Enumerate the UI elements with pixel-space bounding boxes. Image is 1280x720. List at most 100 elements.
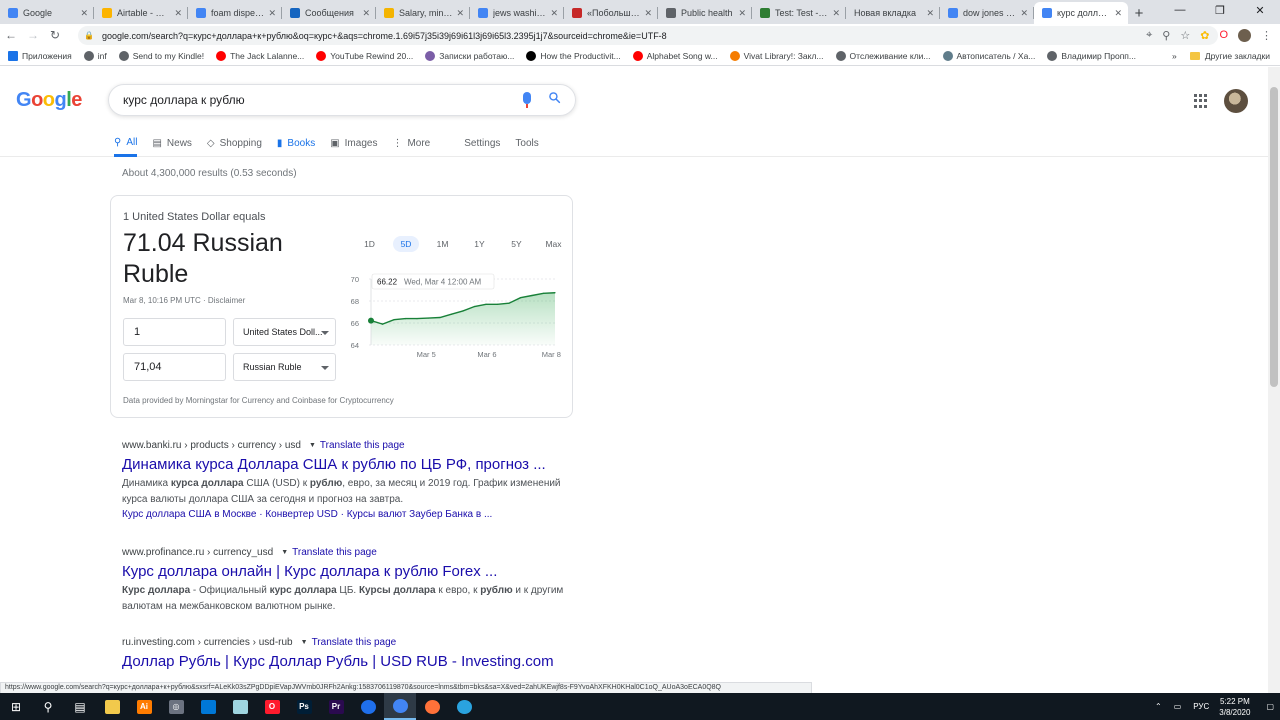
extension-icon[interactable]: ✿: [1200, 29, 1209, 42]
google-logo[interactable]: Google: [16, 89, 82, 112]
browser-tab[interactable]: Public health ✕: [658, 2, 752, 24]
taskbar-start[interactable]: ⊞: [0, 693, 32, 720]
language-indicator[interactable]: РУС: [1193, 702, 1209, 711]
browser-tab[interactable]: dow jones cha ✕: [940, 2, 1034, 24]
close-tab-icon[interactable]: ✕: [1114, 8, 1122, 19]
result-title-link[interactable]: Динамика курса Доллара США к рублю по ЦБ…: [122, 456, 572, 473]
browser-tab[interactable]: Новая вкладка ✕: [846, 2, 940, 24]
taskbar-search[interactable]: ⚲: [32, 693, 64, 720]
result-title-link[interactable]: Доллар Рубль | Курс Доллар Рубль | USD R…: [122, 653, 572, 670]
to-currency-select[interactable]: Russian Ruble: [233, 353, 336, 381]
caret-down-icon[interactable]: ▼: [309, 442, 316, 449]
tab-books[interactable]: ▮ Books: [277, 133, 315, 153]
caret-down-icon[interactable]: ▼: [301, 639, 308, 646]
tab-settings[interactable]: Settings: [464, 133, 500, 153]
menu-icon[interactable]: ⋮: [1261, 29, 1272, 42]
close-tab-icon[interactable]: ✕: [80, 8, 88, 19]
to-amount-input[interactable]: 71,04: [123, 353, 226, 381]
taskbar-file-explorer[interactable]: [96, 693, 128, 720]
browser-tab[interactable]: «Побольше» ✕: [564, 2, 658, 24]
browser-tab[interactable]: Airtable - Grid ✕: [94, 2, 188, 24]
taskbar-telegram[interactable]: [448, 693, 480, 720]
location-icon[interactable]: ⌖: [1146, 29, 1152, 42]
bookmark-item[interactable]: YouTube Rewind 20...: [316, 50, 413, 61]
close-tab-icon[interactable]: ✕: [550, 8, 558, 19]
chevron-up-icon[interactable]: ⌃: [1155, 702, 1162, 711]
tab-shopping[interactable]: ◇ Shopping: [207, 133, 262, 153]
close-tab-icon[interactable]: ✕: [926, 8, 934, 19]
tab-all[interactable]: ⚲ All: [114, 133, 138, 157]
close-tab-icon[interactable]: ✕: [1020, 8, 1028, 19]
translate-link[interactable]: Translate this page: [320, 440, 405, 451]
taskbar-opera[interactable]: O: [256, 693, 288, 720]
other-bookmarks[interactable]: Другие закладки: [1189, 46, 1270, 66]
close-tab-icon[interactable]: ✕: [362, 8, 370, 19]
browser-tab[interactable]: Google ✕: [0, 2, 94, 24]
maximize-button[interactable]: ❐: [1200, 0, 1240, 20]
bookmark-item[interactable]: Автописатель / Ха...: [942, 50, 1035, 61]
close-tab-icon[interactable]: ✕: [644, 8, 652, 19]
bookmark-item[interactable]: The Jack Lalanne...: [216, 50, 304, 61]
taskbar-app-settings[interactable]: ◎: [160, 693, 192, 720]
taskbar-app-notes[interactable]: [224, 693, 256, 720]
new-tab-button[interactable]: +: [1128, 2, 1150, 24]
notifications-icon[interactable]: ▢: [1266, 702, 1274, 711]
scrollbar-thumb[interactable]: [1270, 87, 1278, 387]
back-button[interactable]: ←: [0, 24, 22, 46]
bookmark-item[interactable]: Приложения: [8, 50, 72, 61]
microphone-icon[interactable]: [523, 92, 531, 108]
browser-tab[interactable]: курс доллара ✕: [1034, 2, 1128, 24]
bookmark-star-icon[interactable]: ☆: [1180, 29, 1190, 42]
bookmark-item[interactable]: inf: [83, 50, 107, 61]
search-box[interactable]: курс доллара к рублю: [108, 84, 576, 116]
opera-extension-icon[interactable]: O: [1219, 29, 1228, 41]
bookmark-item[interactable]: Vivat Library!: Закл...: [729, 50, 824, 61]
translate-link[interactable]: Translate this page: [312, 637, 397, 648]
page-scrollbar[interactable]: [1268, 67, 1280, 693]
hover-point[interactable]: [368, 317, 374, 324]
close-window-button[interactable]: ✕: [1240, 0, 1280, 20]
profile-icon[interactable]: [1238, 28, 1251, 42]
taskbar-app-blue[interactable]: [192, 693, 224, 720]
bookmark-item[interactable]: Владимир Пропп...: [1047, 50, 1136, 61]
close-tab-icon[interactable]: ✕: [174, 8, 182, 19]
avatar[interactable]: [1224, 89, 1248, 113]
tab-tools[interactable]: Tools: [515, 133, 538, 153]
range-5d[interactable]: 5D: [393, 236, 419, 252]
search-icon[interactable]: [548, 91, 561, 104]
taskbar-app-bird[interactable]: [352, 693, 384, 720]
taskbar-firefox[interactable]: [416, 693, 448, 720]
taskbar-illustrator[interactable]: Ai: [128, 693, 160, 720]
tab-images[interactable]: ▣ Images: [330, 133, 377, 153]
bookmark-item[interactable]: How the Productivit...: [526, 50, 621, 61]
range-1m[interactable]: 1M: [424, 236, 461, 252]
browser-tab[interactable]: foam dispenser✕: [188, 2, 282, 24]
close-tab-icon[interactable]: ✕: [738, 8, 746, 19]
result-sitelinks[interactable]: Курс доллара США в Москве · Конвертер US…: [122, 509, 572, 520]
browser-tab[interactable]: Сообщения ✕: [282, 2, 376, 24]
taskbar-premiere[interactable]: Pr: [320, 693, 352, 720]
taskbar-task-view[interactable]: ▤: [64, 693, 96, 720]
clock[interactable]: 5:22 PM 3/8/2020: [1219, 696, 1250, 718]
range-1d[interactable]: 1D: [351, 236, 388, 252]
bookmark-item[interactable]: Send to my Kindle!: [118, 50, 204, 61]
close-tab-icon[interactable]: ✕: [456, 8, 464, 19]
bookmarks-overflow-button[interactable]: »: [1172, 51, 1177, 61]
bookmark-item[interactable]: Записки работаю...: [425, 50, 514, 61]
close-tab-icon[interactable]: ✕: [832, 8, 840, 19]
browser-tab[interactable]: Test: Test - Air ✕: [752, 2, 846, 24]
range-max[interactable]: Max: [535, 236, 572, 252]
from-currency-select[interactable]: United States Doll...: [233, 318, 336, 346]
taskbar-chrome[interactable]: [384, 693, 416, 720]
forward-button[interactable]: →: [22, 24, 44, 46]
search-input[interactable]: курс доллара к рублю: [123, 93, 245, 107]
tab-news[interactable]: ▤ News: [152, 133, 191, 153]
address-bar[interactable]: 🔒 google.com/search?q=курс+доллара+к+руб…: [78, 26, 1218, 45]
from-amount-input[interactable]: 1: [123, 318, 226, 346]
tab-more[interactable]: ⋮ More: [392, 133, 430, 153]
browser-tab[interactable]: Salary, minimum✕: [376, 2, 470, 24]
minimize-button[interactable]: —: [1160, 0, 1200, 20]
google-apps-icon[interactable]: [1194, 94, 1208, 108]
bookmark-item[interactable]: Отслеживание кли...: [835, 50, 931, 61]
close-tab-icon[interactable]: ✕: [268, 8, 276, 19]
